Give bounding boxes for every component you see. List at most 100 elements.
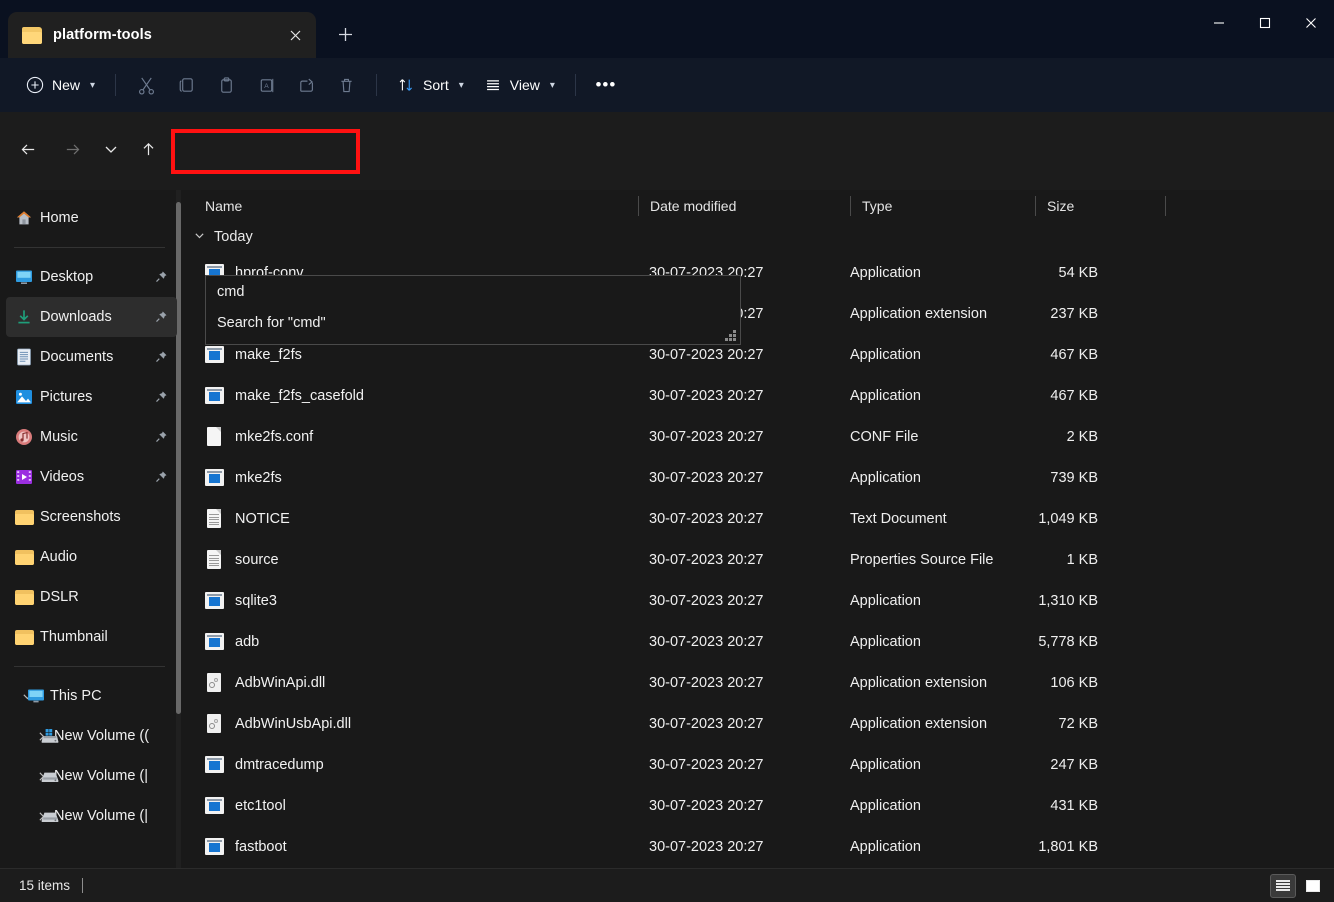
text-document-icon [205,550,224,569]
new-button[interactable]: New ▾ [16,67,105,103]
rename-icon[interactable]: A [246,67,286,103]
file-date-cell: 30-07-2023 20:27 [649,347,764,363]
table-row[interactable]: adb30-07-2023 20:27Application5,778 KB [183,621,1334,662]
column-header-type[interactable]: Type [851,190,1035,222]
table-row[interactable]: AdbWinUsbApi.dll30-07-2023 20:27Applicat… [183,703,1334,744]
pin-icon[interactable] [155,390,169,404]
table-row[interactable]: dmtracedump30-07-2023 20:27Application24… [183,744,1334,785]
suggestion-item[interactable]: cmd [206,276,740,307]
more-options-button[interactable]: ••• [586,67,626,103]
table-row[interactable]: sqlite330-07-2023 20:27Application1,310 … [183,580,1334,621]
table-row[interactable]: fastboot30-07-2023 20:27Application1,801… [183,826,1334,867]
delete-icon[interactable] [326,67,366,103]
table-row[interactable]: source30-07-2023 20:27Properties Source … [183,539,1334,580]
file-type-cell: CONF File [850,429,918,445]
desktop-icon [14,267,34,287]
file-date-cell: 30-07-2023 20:27 [649,757,764,773]
close-tab-icon[interactable] [280,20,310,50]
sidebar-item-desktop[interactable]: Desktop [6,257,177,297]
drive-windows-icon [40,726,60,746]
sidebar-item-label: Audio [40,549,77,565]
sidebar-item-drive-1[interactable]: New Volume (| [6,756,177,796]
new-tab-button[interactable] [324,13,366,55]
large-icons-view-icon[interactable] [1300,874,1326,898]
sidebar-divider-2 [14,666,165,667]
sidebar-item-label: Videos [40,469,84,485]
file-date-cell: 30-07-2023 20:27 [649,716,764,732]
file-name-label: NOTICE [235,511,290,527]
pin-icon[interactable] [155,350,169,364]
sidebar-item-downloads[interactable]: Downloads [6,297,177,337]
sidebar-item-this-pc[interactable]: This PC [6,676,177,716]
table-row[interactable]: make_f2fs_casefold30-07-2023 20:27Applic… [183,375,1334,416]
application-icon [205,632,224,651]
sidebar-item-label: Screenshots [40,509,121,525]
navigation-sidebar[interactable]: Home Desktop Downloads [0,190,183,868]
pin-icon[interactable] [155,470,169,484]
file-type-cell: Text Document [850,511,947,527]
tab-platform-tools[interactable]: platform-tools [8,12,316,58]
pin-icon[interactable] [155,430,169,444]
drive-icon [40,766,60,786]
minimize-button[interactable] [1196,0,1242,46]
details-view-icon[interactable] [1270,874,1296,898]
column-header-size[interactable]: Size [1036,190,1165,222]
file-name-label: AdbWinApi.dll [235,675,325,691]
up-button[interactable] [130,131,166,167]
sidebar-item-drive-0[interactable]: New Volume (( [6,716,177,756]
table-row[interactable]: AdbWinApi.dll30-07-2023 20:27Application… [183,662,1334,703]
sidebar-item-documents[interactable]: Documents [6,337,177,377]
sidebar-item-dslr[interactable]: DSLR [6,577,177,617]
sidebar-item-videos[interactable]: Videos [6,457,177,497]
recent-locations-button[interactable] [93,131,129,167]
sidebar-item-label: Downloads [40,309,112,325]
sidebar-item-music[interactable]: Music [6,417,177,457]
table-row[interactable]: mke2fs.conf30-07-2023 20:27CONF File2 KB [183,416,1334,457]
view-button[interactable]: View ▾ [474,67,565,103]
maximize-button[interactable] [1242,0,1288,46]
sidebar-item-home[interactable]: Home [6,198,177,238]
status-divider [82,878,83,893]
sidebar-item-label: Music [40,429,78,445]
cut-icon[interactable] [126,67,166,103]
sort-button[interactable]: Sort ▾ [387,67,474,103]
file-size-cell: 2 KB [972,429,1098,445]
column-separator[interactable] [1165,196,1166,216]
drive-icon [40,806,60,826]
back-button[interactable] [10,131,46,167]
sidebar-item-audio[interactable]: Audio [6,537,177,577]
resize-grip-icon[interactable] [725,330,736,341]
chevron-down-icon[interactable] [194,230,205,244]
sidebar-item-thumbnail[interactable]: Thumbnail [6,617,177,657]
sidebar-item-label: DSLR [40,589,79,605]
pin-icon[interactable] [155,310,169,324]
group-header-today[interactable]: Today [183,222,1334,252]
close-window-button[interactable] [1288,0,1334,46]
copy-icon[interactable] [166,67,206,103]
file-type-cell: Application [850,839,921,855]
chevron-down-icon [104,142,118,156]
sidebar-item-screenshots[interactable]: Screenshots [6,497,177,537]
column-header-name[interactable]: Name [194,190,634,222]
table-row[interactable]: etc1tool30-07-2023 20:27Application431 K… [183,785,1334,826]
chevron-down-icon: ▾ [90,80,95,91]
application-icon [205,468,224,487]
forward-button[interactable] [54,131,90,167]
paste-icon[interactable] [206,67,246,103]
toolbar-divider-3 [575,74,576,96]
monitor-icon [26,686,46,706]
application-icon [205,345,224,364]
column-header-date[interactable]: Date modified [639,190,850,222]
table-row[interactable]: mke2fs30-07-2023 20:27Application739 KB [183,457,1334,498]
share-icon[interactable] [286,67,326,103]
pin-icon[interactable] [155,270,169,284]
table-row[interactable]: NOTICE30-07-2023 20:27Text Document1,049… [183,498,1334,539]
file-name-label: sqlite3 [235,593,277,609]
sidebar-item-pictures[interactable]: Pictures [6,377,177,417]
view-icon [484,76,502,94]
sidebar-item-drive-2[interactable]: New Volume (| [6,796,177,836]
plus-circle-icon [26,76,44,94]
file-date-cell: 30-07-2023 20:27 [649,675,764,691]
view-toggle-group [1270,874,1326,898]
suggestion-item-search[interactable]: Search for "cmd" [206,307,740,338]
